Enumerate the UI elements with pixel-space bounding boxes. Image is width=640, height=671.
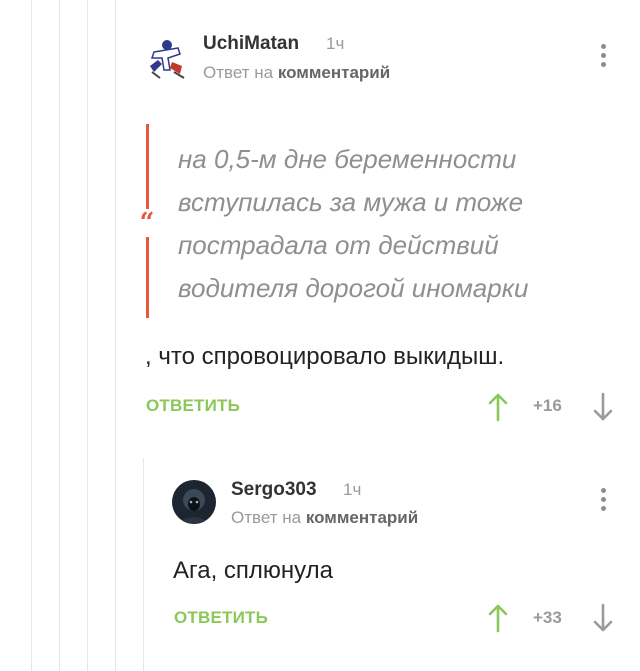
thread-line bbox=[143, 458, 144, 671]
user-avatar[interactable] bbox=[144, 36, 190, 82]
thread-line bbox=[31, 0, 32, 671]
comment-time: 1ч bbox=[343, 480, 362, 499]
reply-button[interactable]: ОТВЕТИТЬ bbox=[174, 608, 268, 628]
reply-prefix: Ответ на bbox=[203, 63, 274, 82]
quote-text: на 0,5-м дне беременности вступилась за … bbox=[178, 144, 529, 303]
quote-icon: “ bbox=[137, 209, 157, 237]
reply-prefix: Ответ на bbox=[231, 508, 302, 527]
comment-author[interactable]: Sergo303 bbox=[231, 479, 317, 501]
comment-score: +33 bbox=[533, 608, 562, 627]
thread-line bbox=[87, 0, 88, 671]
reply-target-link[interactable]: комментарий bbox=[306, 508, 418, 527]
reply-info: Ответ на комментарий bbox=[231, 508, 418, 528]
more-vertical-icon[interactable] bbox=[598, 488, 608, 518]
arrow-up-icon[interactable] bbox=[486, 392, 510, 422]
thread-line bbox=[115, 0, 116, 671]
arrow-up-icon[interactable] bbox=[486, 603, 510, 633]
more-vertical-icon[interactable] bbox=[598, 44, 608, 74]
comment-author[interactable]: UchiMatan bbox=[203, 33, 299, 55]
reply-button[interactable]: ОТВЕТИТЬ bbox=[146, 396, 240, 416]
comment-score: +16 bbox=[533, 396, 562, 415]
user-avatar[interactable] bbox=[172, 480, 216, 524]
comment-text: Ага, сплюнула bbox=[173, 557, 333, 584]
arrow-down-icon[interactable] bbox=[591, 603, 615, 633]
comment-text: , что спровоцировало выкидыш. bbox=[145, 343, 505, 370]
thread-line bbox=[59, 0, 60, 671]
comment-time: 1ч bbox=[326, 34, 345, 53]
arrow-down-icon[interactable] bbox=[591, 392, 615, 422]
reply-info: Ответ на комментарий bbox=[203, 63, 390, 83]
reply-target-link[interactable]: комментарий bbox=[278, 63, 390, 82]
